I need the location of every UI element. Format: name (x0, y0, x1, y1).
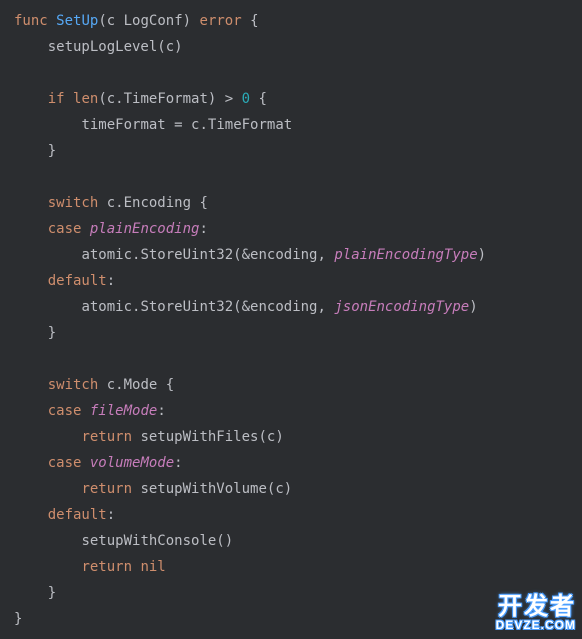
code-line-12: atomic.StoreUint32(&encoding, jsonEncodi… (14, 294, 568, 320)
code-line-14 (14, 346, 568, 372)
code-line-19: return setupWithVolume(c) (14, 476, 568, 502)
code-line-22: return nil (14, 554, 568, 580)
code-editor[interactable]: func SetUp(c LogConf) error { setupLogLe… (14, 8, 568, 632)
watermark-text-url: DEVZE.COM (496, 619, 576, 631)
code-line-10: atomic.StoreUint32(&encoding, plainEncod… (14, 242, 568, 268)
code-line-7 (14, 164, 568, 190)
code-line-21: setupWithConsole() (14, 528, 568, 554)
watermark-text-cn: 开发者 (496, 595, 576, 619)
code-line-2: setupLogLevel(c) (14, 34, 568, 60)
code-line-13: } (14, 320, 568, 346)
code-line-18: case volumeMode: (14, 450, 568, 476)
watermark: 开发者 DEVZE.COM (496, 595, 576, 631)
code-line-17: return setupWithFiles(c) (14, 424, 568, 450)
code-line-5: timeFormat = c.TimeFormat (14, 112, 568, 138)
code-line-3 (14, 60, 568, 86)
code-line-8: switch c.Encoding { (14, 190, 568, 216)
code-line-24: } (14, 606, 568, 632)
code-line-16: case fileMode: (14, 398, 568, 424)
code-line-9: case plainEncoding: (14, 216, 568, 242)
code-line-15: switch c.Mode { (14, 372, 568, 398)
code-line-1: func SetUp(c LogConf) error { (14, 8, 568, 34)
code-line-4: if len(c.TimeFormat) > 0 { (14, 86, 568, 112)
code-line-20: default: (14, 502, 568, 528)
code-line-6: } (14, 138, 568, 164)
code-line-23: } (14, 580, 568, 606)
code-line-11: default: (14, 268, 568, 294)
